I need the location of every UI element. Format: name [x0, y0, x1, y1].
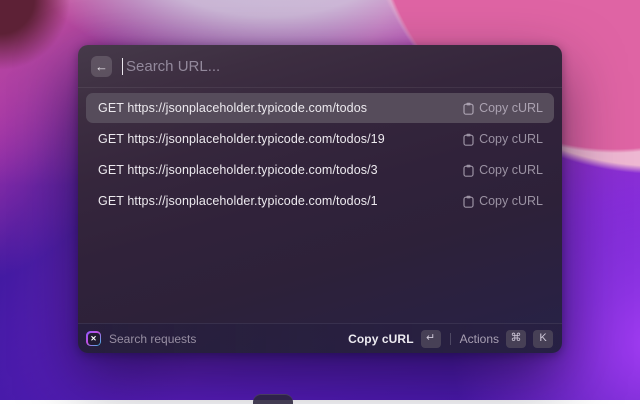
row-action-label: Copy cURL [479, 163, 543, 177]
row-action-label: Copy cURL [479, 132, 543, 146]
copy-curl-action[interactable]: Copy cURL [463, 101, 543, 115]
search-input[interactable]: Search URL... [122, 45, 549, 87]
request-label: GET https://jsonplaceholder.typicode.com… [98, 194, 378, 208]
request-row[interactable]: GET https://jsonplaceholder.typicode.com… [86, 186, 554, 216]
status-bar: ✕ Search requests Copy cURL ↵ Actions ⌘ … [78, 323, 562, 353]
search-bar: ← Search URL... [78, 45, 562, 88]
dock-peek[interactable] [253, 394, 293, 404]
footer-divider [449, 332, 451, 345]
row-action-label: Copy cURL [479, 194, 543, 208]
request-label: GET https://jsonplaceholder.typicode.com… [98, 163, 378, 177]
text-caret [122, 57, 123, 75]
copy-curl-action[interactable]: Copy cURL [463, 194, 543, 208]
clipboard-icon [463, 102, 474, 115]
request-label: GET https://jsonplaceholder.typicode.com… [98, 132, 385, 146]
search-placeholder: Search URL... [126, 57, 221, 75]
actions-menu-button[interactable]: Actions [460, 332, 499, 346]
command-palette-window: ← Search URL... GET https://jsonplacehol… [78, 45, 562, 353]
copy-curl-action[interactable]: Copy cURL [463, 132, 543, 146]
copy-curl-action[interactable]: Copy cURL [463, 163, 543, 177]
extension-icon: ✕ [86, 331, 101, 346]
back-arrow-icon: ← [95, 58, 108, 74]
primary-action-button[interactable]: Copy cURL [348, 332, 414, 346]
empty-area [78, 216, 562, 323]
request-list: GET https://jsonplaceholder.typicode.com… [78, 88, 562, 216]
back-button[interactable]: ← [91, 55, 112, 77]
command-key-icon: ⌘ [506, 329, 526, 348]
return-key-icon: ↵ [420, 329, 441, 348]
command-name-label: Search requests [109, 331, 197, 346]
k-key-badge: K [533, 329, 553, 348]
row-action-label: Copy cURL [479, 101, 543, 115]
clipboard-icon [463, 195, 474, 208]
footer-actions: Copy cURL ↵ Actions ⌘ K [348, 329, 553, 348]
request-row[interactable]: GET https://jsonplaceholder.typicode.com… [86, 124, 554, 154]
clipboard-icon [463, 164, 474, 177]
clipboard-icon [463, 133, 474, 146]
request-row[interactable]: GET https://jsonplaceholder.typicode.com… [86, 155, 554, 185]
request-row[interactable]: GET https://jsonplaceholder.typicode.com… [86, 93, 554, 123]
request-label: GET https://jsonplaceholder.typicode.com… [98, 101, 368, 115]
